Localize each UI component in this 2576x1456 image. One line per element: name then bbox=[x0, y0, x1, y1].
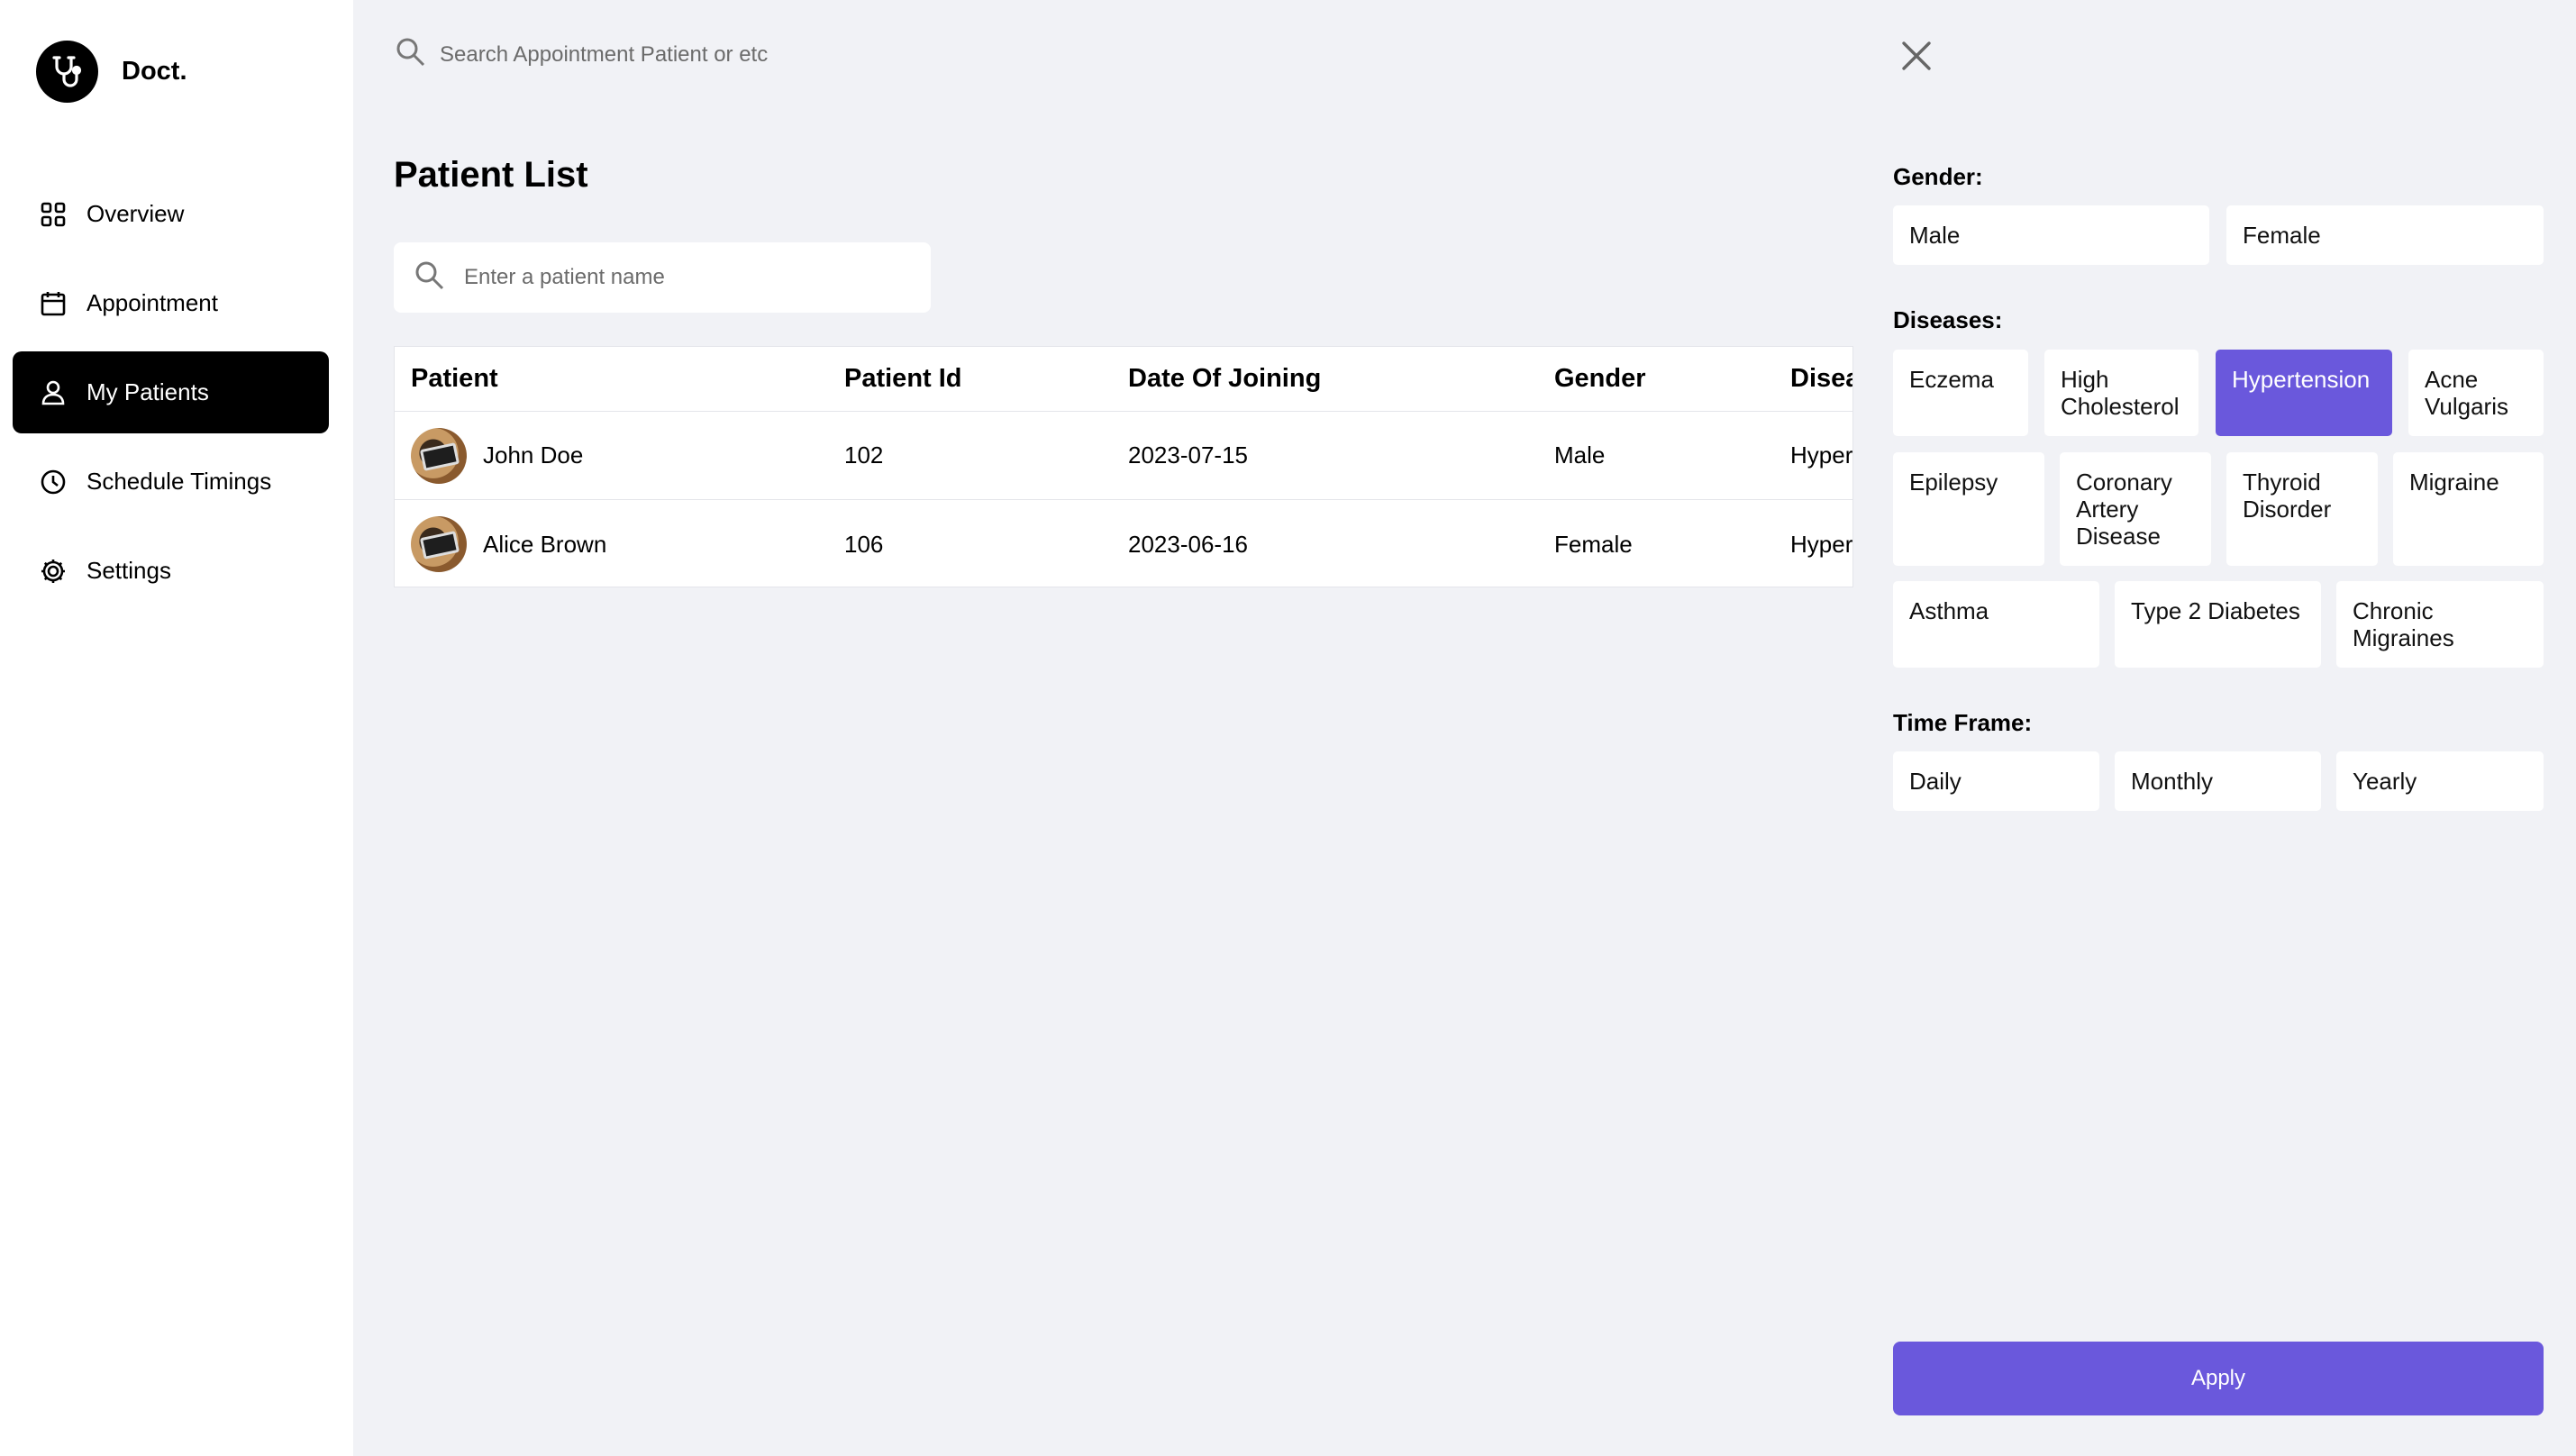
disease-option-hypertension[interactable]: Hypertension bbox=[2216, 350, 2392, 436]
column-header-gender[interactable]: Gender bbox=[1554, 347, 1646, 411]
sidebar-item-schedule-timings[interactable]: Schedule Timings bbox=[13, 441, 329, 523]
patient-table: Patient Patient Id Date Of Joining Gende… bbox=[394, 346, 1853, 587]
sidebar-item-label: My Patients bbox=[86, 378, 209, 405]
sidebar-item-appointment[interactable]: Appointment bbox=[13, 262, 329, 344]
sidebar-item-my-patients[interactable]: My Patients bbox=[13, 351, 329, 433]
disease-option-thyroid-disorder[interactable]: Thyroid Disorder bbox=[2226, 452, 2378, 566]
user-icon bbox=[38, 378, 68, 408]
gender-option-male[interactable]: Male bbox=[1893, 205, 2209, 265]
global-search bbox=[395, 36, 1296, 73]
global-search-input[interactable] bbox=[440, 41, 1251, 68]
apply-button[interactable]: Apply bbox=[1893, 1342, 2544, 1415]
brand[interactable]: Doct. bbox=[36, 41, 187, 103]
disease-option-acne-vulgaris[interactable]: Acne Vulgaris bbox=[2408, 350, 2544, 436]
search-icon bbox=[395, 36, 427, 73]
gender: Female bbox=[1554, 530, 1633, 558]
column-header-patient-id[interactable]: Patient Id bbox=[844, 347, 962, 411]
patient-name: Alice Brown bbox=[483, 530, 607, 558]
disease-option-eczema[interactable]: Eczema bbox=[1893, 350, 2028, 436]
patient-cell: Alice Brown bbox=[411, 500, 606, 587]
sidebar-item-overview[interactable]: Overview bbox=[13, 173, 329, 255]
calendar-icon bbox=[38, 288, 68, 319]
sidebar-item-label: Settings bbox=[86, 557, 171, 584]
gender-label: Gender: bbox=[1893, 163, 1983, 190]
column-header-disease[interactable]: Disea bbox=[1790, 347, 1852, 411]
table-row[interactable]: John Doe 102 2023-07-15 Male Hyper bbox=[395, 412, 1853, 500]
disease-option-epilepsy[interactable]: Epilepsy bbox=[1893, 452, 2044, 566]
disease-option-type-2-diabetes[interactable]: Type 2 Diabetes bbox=[2115, 581, 2321, 668]
gender: Male bbox=[1554, 441, 1606, 469]
filter-panel: Gender: Male Female Diseases: Eczema Hig… bbox=[1893, 0, 2544, 1456]
sidebar: Doct. Overview Appointment My Patients S… bbox=[0, 0, 353, 1456]
avatar bbox=[411, 427, 467, 484]
patient-id: 106 bbox=[844, 530, 884, 558]
patient-search-input[interactable] bbox=[464, 265, 915, 290]
disease-option-chronic-migraines[interactable]: Chronic Migraines bbox=[2336, 581, 2544, 668]
diseases-label: Diseases: bbox=[1893, 306, 2003, 333]
grid-icon bbox=[38, 199, 68, 230]
date-of-joining: 2023-06-16 bbox=[1128, 530, 1248, 558]
sidebar-item-label: Schedule Timings bbox=[86, 468, 272, 495]
disease-option-migraine[interactable]: Migraine bbox=[2393, 452, 2544, 566]
table-row[interactable]: Alice Brown 106 2023-06-16 Female Hyper bbox=[395, 500, 1853, 587]
sidebar-nav: Overview Appointment My Patients Schedul… bbox=[13, 173, 329, 619]
brand-name: Doct. bbox=[122, 57, 187, 86]
sidebar-item-label: Appointment bbox=[86, 289, 218, 316]
patient-cell: John Doe bbox=[411, 412, 583, 499]
patient-search bbox=[394, 242, 931, 313]
page-title: Patient List bbox=[394, 155, 588, 195]
table-header-row: Patient Patient Id Date Of Joining Gende… bbox=[395, 347, 1852, 412]
disease-option-coronary-artery-disease[interactable]: Coronary Artery Disease bbox=[2060, 452, 2211, 566]
sidebar-item-settings[interactable]: Settings bbox=[13, 530, 329, 612]
avatar bbox=[411, 516, 467, 572]
column-header-date-of-joining[interactable]: Date Of Joining bbox=[1128, 347, 1321, 411]
column-header-patient[interactable]: Patient bbox=[411, 347, 498, 411]
timeframe-option-monthly[interactable]: Monthly bbox=[2115, 751, 2321, 811]
timeframe-label: Time Frame: bbox=[1893, 709, 2033, 736]
disease: Hyper bbox=[1790, 530, 1853, 558]
clock-icon bbox=[38, 467, 68, 497]
sidebar-item-label: Overview bbox=[86, 200, 185, 227]
timeframe-option-yearly[interactable]: Yearly bbox=[2336, 751, 2544, 811]
disease-option-high-cholesterol[interactable]: High Cholesterol bbox=[2044, 350, 2198, 436]
gear-icon bbox=[38, 556, 68, 587]
disease-option-asthma[interactable]: Asthma bbox=[1893, 581, 2099, 668]
stethoscope-icon bbox=[36, 41, 98, 103]
date-of-joining: 2023-07-15 bbox=[1128, 441, 1248, 469]
close-icon[interactable] bbox=[1897, 36, 1936, 76]
patient-name: John Doe bbox=[483, 441, 584, 469]
app-root: Doct. Overview Appointment My Patients S… bbox=[0, 0, 2576, 1456]
gender-option-female[interactable]: Female bbox=[2226, 205, 2544, 265]
search-icon bbox=[414, 259, 446, 296]
patient-id: 102 bbox=[844, 441, 884, 469]
timeframe-option-daily[interactable]: Daily bbox=[1893, 751, 2099, 811]
disease: Hyper bbox=[1790, 441, 1853, 469]
